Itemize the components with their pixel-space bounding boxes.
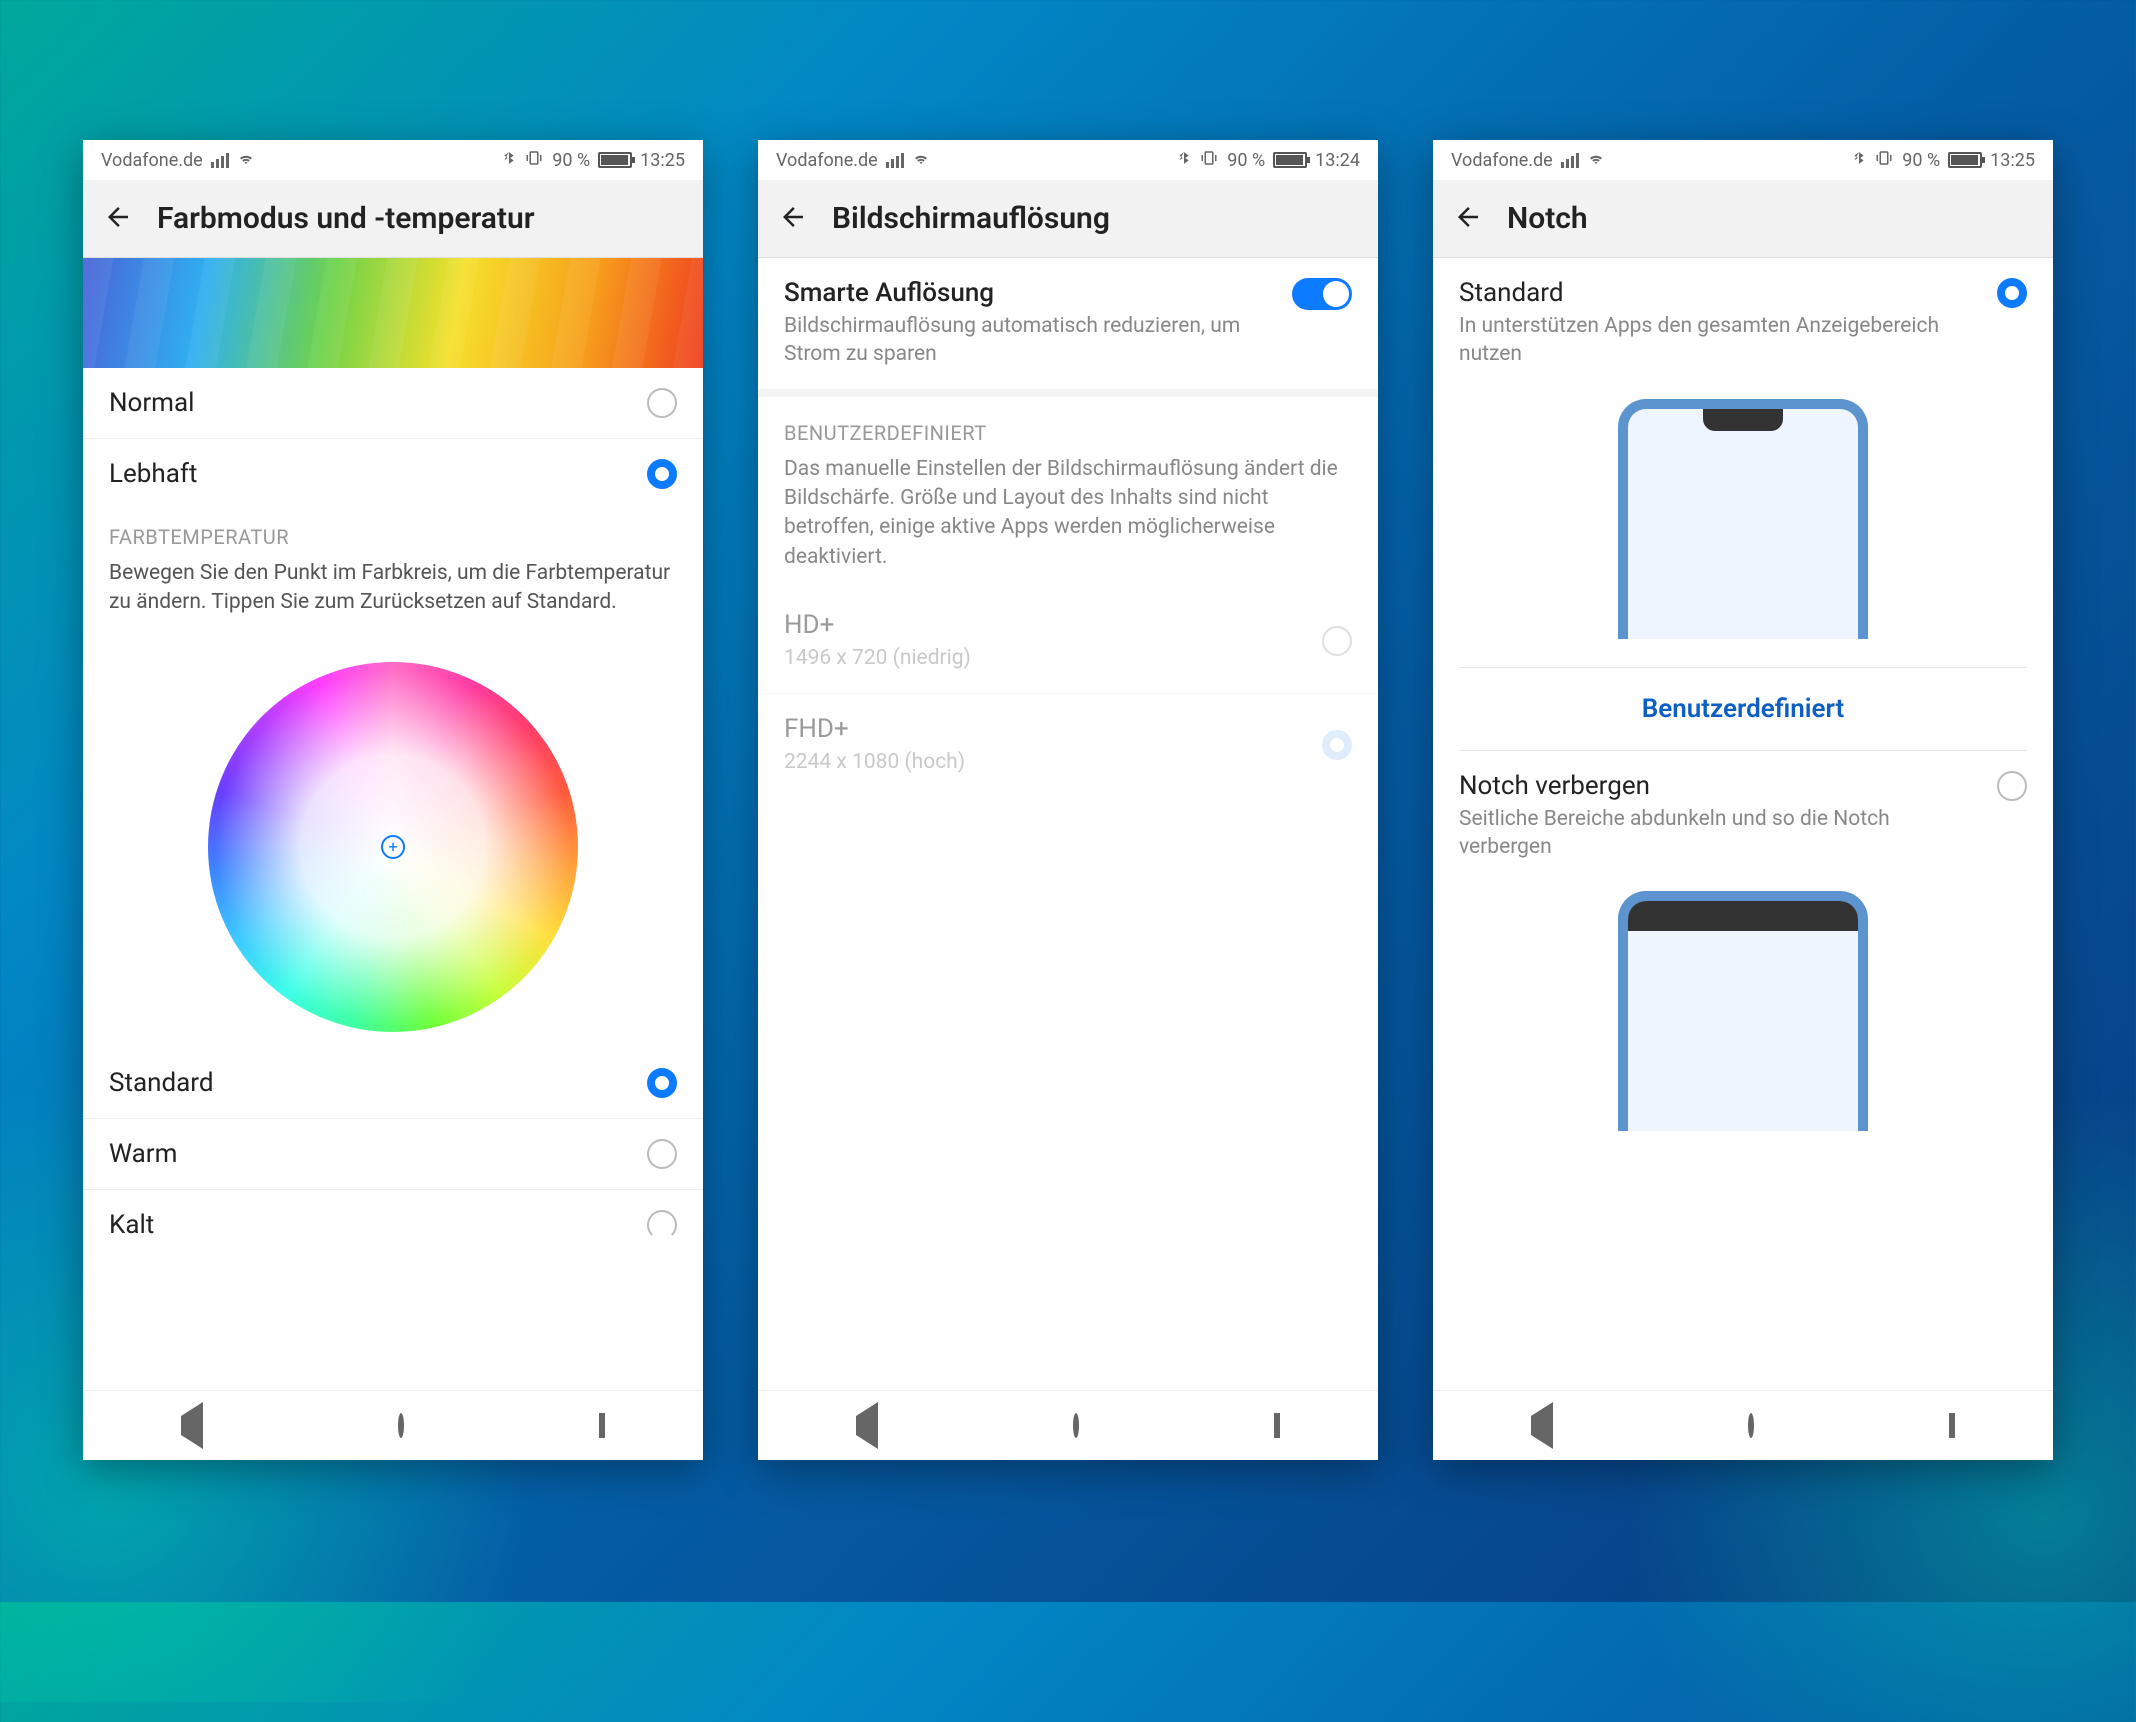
battery-icon	[598, 152, 632, 168]
temperature-description: Bewegen Sie den Punkt im Farbkreis, um d…	[83, 553, 703, 642]
vibrate-icon	[524, 149, 544, 172]
section-header-custom: BENUTZERDEFINIERT	[758, 397, 1378, 455]
divider	[758, 389, 1378, 397]
wheel-handle-icon[interactable]: +	[381, 835, 405, 859]
battery-icon	[1948, 152, 1982, 168]
bluetooth-icon	[1852, 149, 1866, 172]
color-wheel[interactable]: +	[208, 662, 578, 1032]
page-title: Farbmodus und -temperatur	[157, 201, 535, 236]
nav-home-icon[interactable]	[398, 1416, 404, 1435]
battery-pct: 90 %	[552, 150, 590, 171]
radio-unselected-icon	[1997, 771, 2027, 801]
status-bar: Vodafone.de 90 % 13:25	[83, 140, 703, 180]
nav-back-icon[interactable]	[856, 1416, 878, 1435]
vibrate-icon	[1874, 149, 1894, 172]
clock: 13:24	[1315, 150, 1360, 171]
temp-option-warm[interactable]: Warm	[83, 1119, 703, 1190]
resolution-option-hd: HD+ 1496 x 720 (niedrig)	[758, 590, 1378, 693]
bluetooth-icon	[502, 149, 516, 172]
signal-icon	[886, 153, 904, 168]
option-label: HD+	[784, 610, 1302, 640]
option-desc: Seitliche Bereiche abdunkeln und so die …	[1459, 805, 1977, 862]
mode-option-normal[interactable]: Normal	[83, 368, 703, 439]
clock: 13:25	[640, 150, 685, 171]
toggle-on-icon[interactable]	[1292, 278, 1352, 310]
nav-back-icon[interactable]	[181, 1416, 203, 1435]
carrier-label: Vodafone.de	[1451, 150, 1553, 171]
radio-unselected-icon	[1322, 626, 1352, 656]
rainbow-banner	[83, 258, 703, 368]
page-title: Bildschirmauflösung	[832, 201, 1110, 236]
app-bar: Bildschirmauflösung	[758, 180, 1378, 258]
back-icon[interactable]	[103, 202, 133, 236]
option-label: FHD+	[784, 714, 1302, 744]
wifi-icon	[1587, 149, 1605, 172]
carrier-label: Vodafone.de	[101, 150, 203, 171]
temp-option-standard[interactable]: Standard	[83, 1060, 703, 1119]
custom-description: Das manuelle Einstellen der Bildschirmau…	[758, 455, 1378, 591]
nav-home-icon[interactable]	[1748, 1416, 1754, 1435]
notch-option-hide[interactable]: Notch verbergen Seitliche Bereiche abdun…	[1433, 751, 2053, 882]
option-label: Notch verbergen	[1459, 771, 1977, 801]
section-header-farbtemperatur: FARBTEMPERATUR	[83, 509, 703, 553]
option-label: Standard	[109, 1068, 213, 1098]
option-label: Lebhaft	[109, 459, 197, 489]
signal-icon	[1561, 153, 1579, 168]
notch-option-standard[interactable]: Standard In unterstützen Apps den gesamt…	[1433, 258, 2053, 389]
nav-bar	[83, 1390, 703, 1460]
nav-back-icon[interactable]	[1531, 1416, 1553, 1435]
status-bar: Vodafone.de 90 % 13:25	[1433, 140, 2053, 180]
app-bar: Farbmodus und -temperatur	[83, 180, 703, 258]
radio-unselected-icon	[647, 1210, 677, 1240]
nav-bar	[758, 1390, 1378, 1460]
back-icon[interactable]	[1453, 202, 1483, 236]
radio-unselected-icon	[647, 1139, 677, 1169]
custom-link[interactable]: Benutzerdefiniert	[1433, 668, 2053, 750]
battery-pct: 90 %	[1902, 150, 1940, 171]
page-title: Notch	[1507, 201, 1588, 236]
radio-selected-icon	[647, 1068, 677, 1098]
smart-resolution-desc: Bildschirmauflösung automatisch reduzier…	[784, 312, 1272, 369]
screen-color-mode: Vodafone.de 90 % 13:25 Farbmodus und -te…	[83, 140, 703, 1460]
option-sub: 1496 x 720 (niedrig)	[784, 644, 1302, 672]
nav-recent-icon[interactable]	[1274, 1416, 1280, 1435]
app-bar: Notch	[1433, 180, 2053, 258]
option-sub: 2244 x 1080 (hoch)	[784, 748, 1302, 776]
option-label: Warm	[109, 1139, 177, 1169]
resolution-option-fhd: FHD+ 2244 x 1080 (hoch)	[758, 694, 1378, 796]
vibrate-icon	[1199, 149, 1219, 172]
smart-resolution-label: Smarte Auflösung	[784, 278, 1272, 308]
nav-recent-icon[interactable]	[1949, 1416, 1955, 1435]
screen-resolution: Vodafone.de 90 % 13:24 Bildschirmauflösu…	[758, 140, 1378, 1460]
bluetooth-icon	[1177, 149, 1191, 172]
battery-icon	[1273, 152, 1307, 168]
nav-recent-icon[interactable]	[599, 1416, 605, 1435]
clock: 13:25	[1990, 150, 2035, 171]
preview-hidden	[1433, 881, 2053, 1159]
wifi-icon	[237, 149, 255, 172]
radio-selected-icon	[1997, 278, 2027, 308]
status-bar: Vodafone.de 90 % 13:24	[758, 140, 1378, 180]
mode-option-lebhaft[interactable]: Lebhaft	[83, 439, 703, 509]
back-icon[interactable]	[778, 202, 808, 236]
battery-pct: 90 %	[1227, 150, 1265, 171]
signal-icon	[211, 153, 229, 168]
nav-home-icon[interactable]	[1073, 1416, 1079, 1435]
radio-selected-icon	[647, 459, 677, 489]
option-label: Standard	[1459, 278, 1977, 308]
preview-standard	[1433, 389, 2053, 667]
smart-resolution-toggle-row[interactable]: Smarte Auflösung Bildschirmauflösung aut…	[758, 258, 1378, 389]
screen-notch: Vodafone.de 90 % 13:25 Notch Standa	[1433, 140, 2053, 1460]
carrier-label: Vodafone.de	[776, 150, 878, 171]
nav-bar	[1433, 1390, 2053, 1460]
option-label: Normal	[109, 388, 194, 418]
radio-selected-icon	[1322, 730, 1352, 760]
option-label: Kalt	[109, 1210, 154, 1240]
temp-option-kalt[interactable]: Kalt	[83, 1190, 703, 1244]
option-desc: In unterstützen Apps den gesamten Anzeig…	[1459, 312, 1977, 369]
radio-unselected-icon	[647, 388, 677, 418]
wifi-icon	[912, 149, 930, 172]
